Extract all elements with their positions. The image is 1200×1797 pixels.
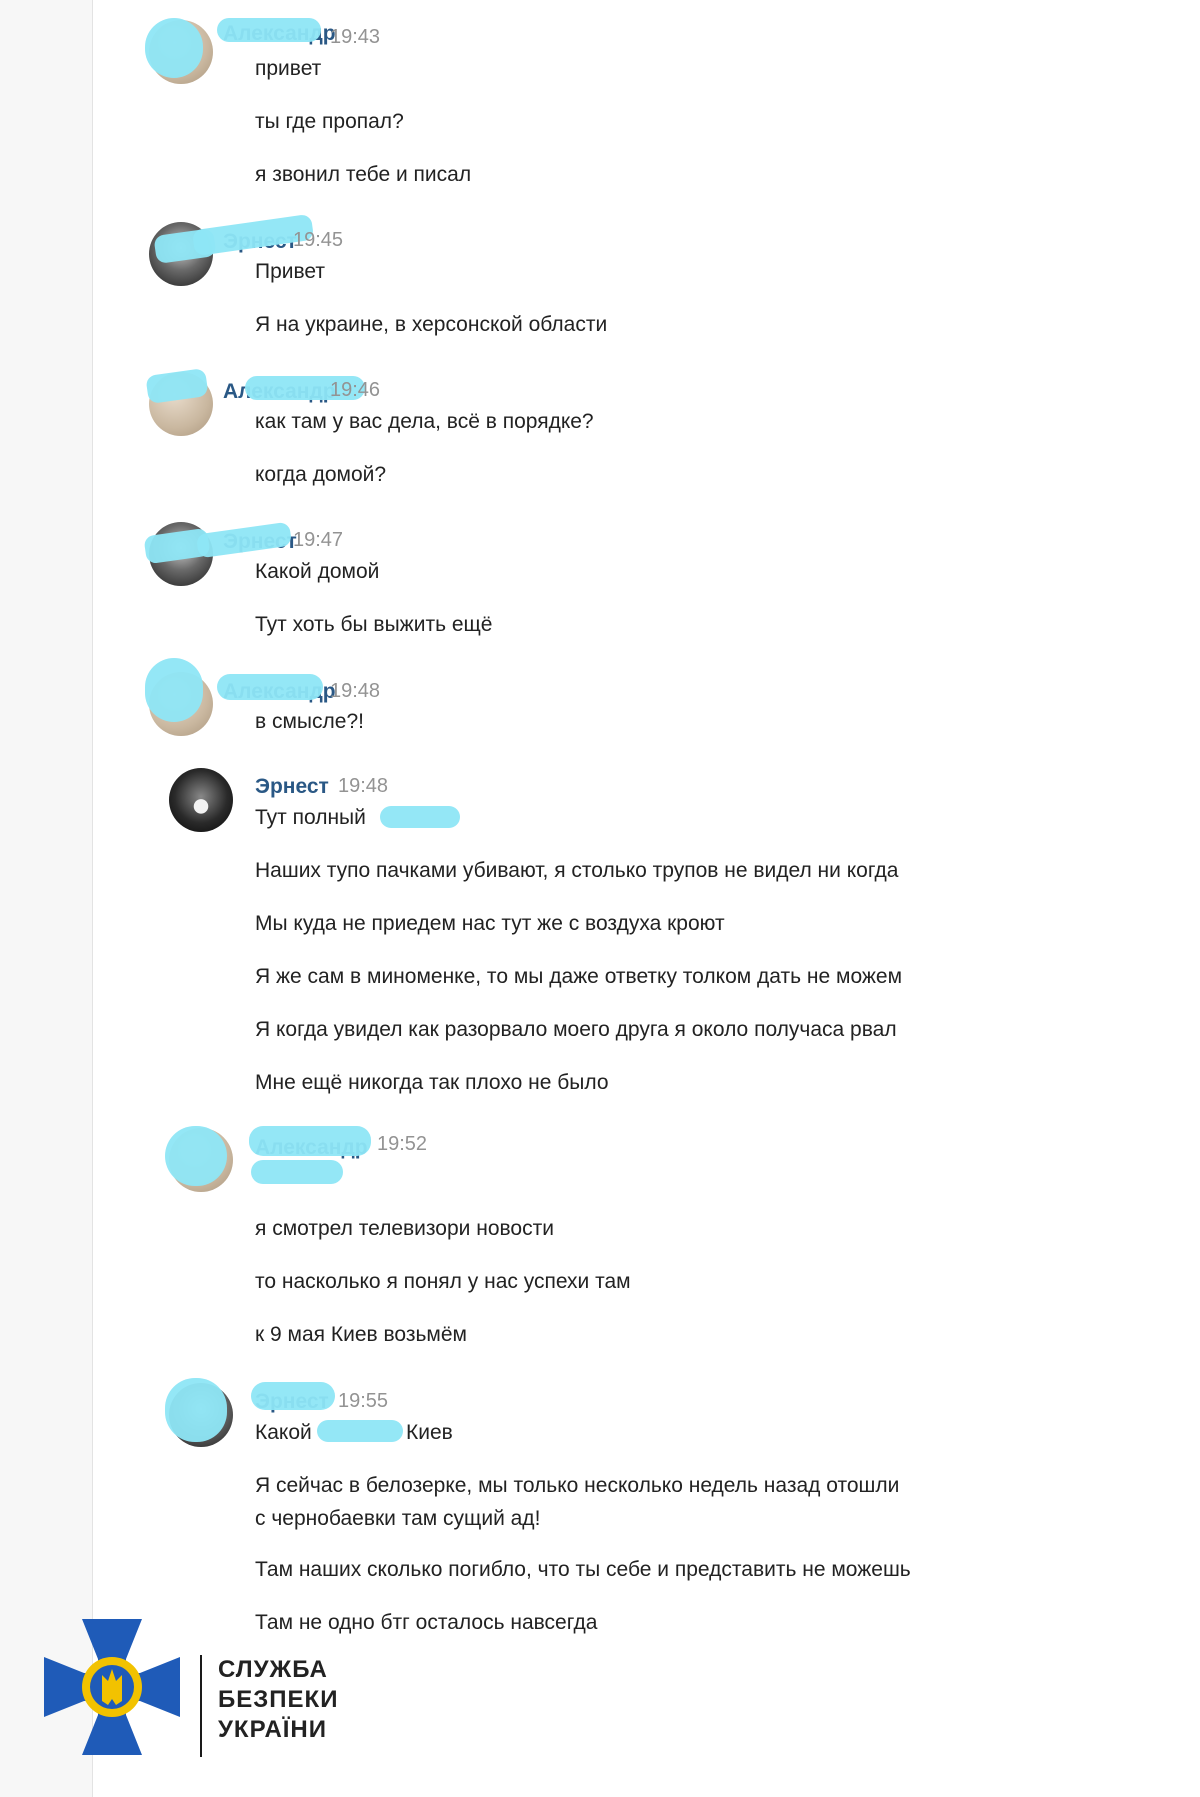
org-name-line-3: УКРАЇНИ (218, 1716, 328, 1743)
message-text: Я на украине, в херсонской области (255, 313, 608, 336)
redaction-mark (249, 1126, 371, 1156)
message-text: Тут хоть бы выжить ещё (255, 613, 493, 636)
message-text: Мы куда не приедем нас тут же с воздуха … (255, 912, 725, 935)
redaction-mark (145, 18, 203, 78)
redaction-mark (317, 1420, 403, 1442)
message-text: Какой домой (255, 560, 380, 583)
message-text: как там у вас дела, всё в порядке? (255, 410, 594, 433)
message-text: Привет (255, 260, 326, 283)
redaction-mark (165, 1378, 227, 1442)
author-name[interactable]: Эрнест (255, 775, 329, 799)
redaction-mark (145, 658, 203, 722)
message-text: Мне ещё никогда так плохо не было (255, 1071, 609, 1094)
redaction-mark (217, 674, 323, 700)
message-text: привет (255, 57, 322, 80)
message-time: 19:55 (338, 1390, 389, 1412)
message-time: 19:48 (330, 680, 381, 702)
redaction-mark (251, 1160, 343, 1184)
org-name-line-2: БЕЗПЕКИ (218, 1686, 339, 1713)
message-time: 19:46 (330, 379, 381, 401)
message-text: ты где пропал? (255, 110, 404, 133)
sbu-emblem-icon (44, 1619, 180, 1755)
chat-panel: Александр 19:43 привет ты где пропал? я … (92, 0, 1200, 1797)
logo-divider (200, 1655, 202, 1757)
message-text: Наших тупо пачками убивают, я столько тр… (255, 859, 899, 882)
message-text: Я когда увидел как разорвало моего друга… (255, 1018, 897, 1041)
redaction-mark (165, 1126, 227, 1186)
message-time: 19:52 (377, 1133, 428, 1155)
redaction-mark (251, 1382, 335, 1410)
redaction-mark (217, 18, 321, 42)
message-text: когда домой? (255, 463, 387, 486)
org-name-line-1: СЛУЖБА (218, 1656, 328, 1683)
message-text: Какой (255, 1421, 312, 1444)
message-text: с чернобаевки там сущий ад! (255, 1507, 541, 1530)
message-time: 19:45 (293, 229, 344, 251)
message-text: Там наших сколько погибло, что ты себе и… (255, 1558, 911, 1581)
message-text: Я сейчас в белозерке, мы только нескольк… (255, 1474, 900, 1497)
message-text: Там не одно бтг осталось навсегда (255, 1611, 598, 1634)
message-text: я звонил тебе и писал (255, 163, 472, 186)
message-text: Киев (406, 1421, 453, 1444)
message-text: я смотрел телевизори новости (255, 1217, 554, 1240)
message-text: к 9 мая Киев возьмём (255, 1323, 467, 1346)
message-text: в смысле?! (255, 710, 364, 733)
message-text: Я же сам в миноменке, то мы даже ответку… (255, 965, 903, 988)
message-text: то насколько я понял у нас успехи там (255, 1270, 631, 1293)
message-time: 19:48 (338, 775, 389, 797)
message-time: 19:43 (330, 26, 381, 48)
redaction-mark (380, 806, 460, 828)
message-time: 19:47 (293, 529, 344, 551)
avatar[interactable] (169, 768, 233, 832)
message-text: Тут полный (255, 806, 366, 829)
